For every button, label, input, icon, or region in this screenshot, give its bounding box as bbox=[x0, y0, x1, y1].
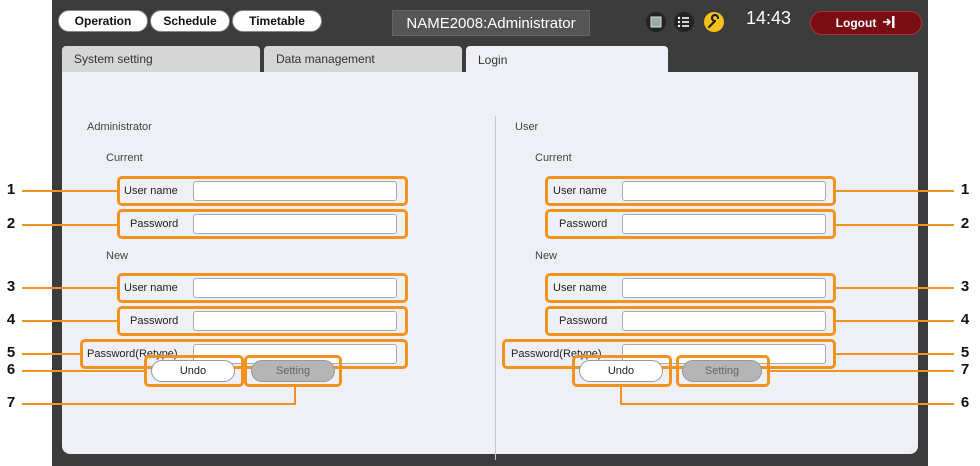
user-current-password-input[interactable] bbox=[622, 214, 826, 234]
schedule-button[interactable]: Schedule bbox=[150, 10, 230, 32]
list-icon[interactable] bbox=[674, 12, 694, 32]
user-new-password-label: Password bbox=[559, 315, 608, 327]
calendar-icon[interactable] bbox=[646, 12, 666, 32]
callout-2-right: 2 bbox=[960, 215, 970, 232]
clock: 14:43 bbox=[746, 8, 792, 28]
admin-title: Administrator bbox=[87, 121, 152, 133]
callout-7-right-line bbox=[770, 370, 954, 372]
user-undo-button[interactable]: Undo bbox=[579, 360, 663, 382]
tab-login[interactable]: Login bbox=[466, 46, 668, 74]
admin-undo-button[interactable]: Undo bbox=[151, 360, 235, 382]
callout-4-right: 4 bbox=[960, 311, 970, 328]
logout-label: Logout bbox=[835, 16, 877, 30]
callout-7-left-vline bbox=[294, 387, 296, 404]
station-name: NAME2008:Administrator bbox=[392, 10, 590, 36]
callout-2-left-line bbox=[22, 224, 117, 226]
callout-6-left-line bbox=[22, 370, 144, 372]
wrench-icon[interactable] bbox=[704, 12, 724, 32]
tab-data-management[interactable]: Data management bbox=[264, 46, 462, 72]
callout-3-left: 3 bbox=[6, 278, 16, 295]
callout-6-right-vline bbox=[620, 387, 622, 404]
admin-current-password-input[interactable] bbox=[193, 214, 397, 234]
timetable-button[interactable]: Timetable bbox=[232, 10, 322, 32]
callout-5-right: 5 bbox=[960, 344, 970, 361]
user-current-username-label: User name bbox=[553, 185, 607, 197]
login-panel bbox=[62, 72, 918, 454]
callout-6-right: 6 bbox=[960, 394, 970, 411]
callout-6-left: 6 bbox=[6, 361, 16, 378]
callout-1-right-line bbox=[836, 190, 954, 192]
user-setting-button[interactable]: Setting bbox=[682, 360, 762, 382]
user-new-username-input[interactable] bbox=[622, 278, 826, 298]
user-new-username-label: User name bbox=[553, 282, 607, 294]
user-current-username-input[interactable] bbox=[622, 181, 826, 201]
user-new-heading: New bbox=[535, 250, 558, 262]
admin-new-password-input[interactable] bbox=[193, 311, 397, 331]
callout-1-right: 1 bbox=[960, 181, 970, 198]
callout-7-left-line bbox=[22, 403, 296, 405]
user-current-heading: Current bbox=[535, 152, 572, 164]
tab-system-setting[interactable]: System setting bbox=[62, 46, 260, 72]
callout-3-left-line bbox=[22, 287, 117, 289]
logout-icon bbox=[882, 15, 896, 32]
operation-button[interactable]: Operation bbox=[58, 10, 148, 32]
user-new-password-input[interactable] bbox=[622, 311, 826, 331]
admin-new-heading: New bbox=[106, 250, 129, 262]
callout-2-right-line bbox=[836, 224, 954, 226]
admin-new-password-label: Password bbox=[130, 315, 179, 327]
admin-setting-button[interactable]: Setting bbox=[251, 360, 335, 382]
admin-current-heading: Current bbox=[106, 152, 143, 164]
admin-current-password-label: Password bbox=[130, 218, 179, 230]
section-divider bbox=[495, 116, 496, 460]
top-bar: Operation Schedule Timetable NAME2008:Ad… bbox=[52, 0, 928, 44]
admin-current-username-label: User name bbox=[124, 185, 178, 197]
callout-6-right-line bbox=[620, 403, 954, 405]
callout-2-left: 2 bbox=[6, 215, 16, 232]
callout-7-left: 7 bbox=[6, 394, 16, 411]
callout-5-left-line bbox=[22, 353, 80, 355]
admin-new-username-input[interactable] bbox=[193, 278, 397, 298]
callout-1-left-line bbox=[22, 190, 117, 192]
callout-7-right: 7 bbox=[960, 361, 970, 378]
callout-5-left: 5 bbox=[6, 344, 16, 361]
admin-new-username-label: User name bbox=[124, 282, 178, 294]
admin-current-username-input[interactable] bbox=[193, 181, 397, 201]
callout-3-right-line bbox=[836, 287, 954, 289]
callout-3-right: 3 bbox=[960, 278, 970, 295]
logout-button[interactable]: Logout bbox=[810, 11, 922, 35]
callout-1-left: 1 bbox=[6, 181, 16, 198]
callout-4-left-line bbox=[22, 320, 117, 322]
callout-4-left: 4 bbox=[6, 311, 16, 328]
callout-5-right-line bbox=[836, 353, 954, 355]
user-title: User bbox=[515, 121, 539, 133]
user-current-password-label: Password bbox=[559, 218, 608, 230]
callout-4-right-line bbox=[836, 320, 954, 322]
